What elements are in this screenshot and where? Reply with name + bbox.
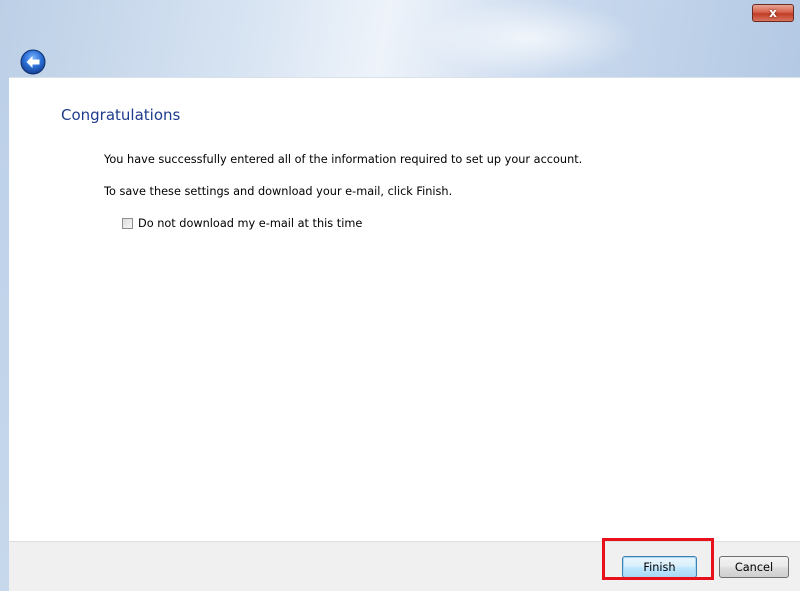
close-button[interactable]: x (752, 4, 794, 22)
finish-button[interactable]: Finish (622, 556, 697, 578)
do-not-download-checkbox[interactable] (122, 218, 133, 229)
success-message: You have successfully entered all of the… (104, 153, 583, 166)
close-icon: x (769, 6, 777, 20)
instruction-message: To save these settings and download your… (104, 185, 453, 198)
cancel-button[interactable]: Cancel (719, 556, 789, 578)
left-window-frame (0, 77, 9, 591)
wizard-content: Congratulations You have successfully en… (9, 77, 800, 541)
page-title: Congratulations (61, 106, 181, 124)
back-arrow-icon (20, 49, 46, 75)
account-setup-window: x Congratulations You have successfully … (0, 0, 800, 591)
button-bar: Finish Cancel (9, 541, 800, 591)
do-not-download-option[interactable]: Do not download my e-mail at this time (122, 217, 362, 230)
do-not-download-label[interactable]: Do not download my e-mail at this time (138, 217, 362, 230)
back-button[interactable] (20, 49, 46, 75)
title-bar (0, 0, 800, 77)
title-bar-glow (420, 0, 640, 77)
